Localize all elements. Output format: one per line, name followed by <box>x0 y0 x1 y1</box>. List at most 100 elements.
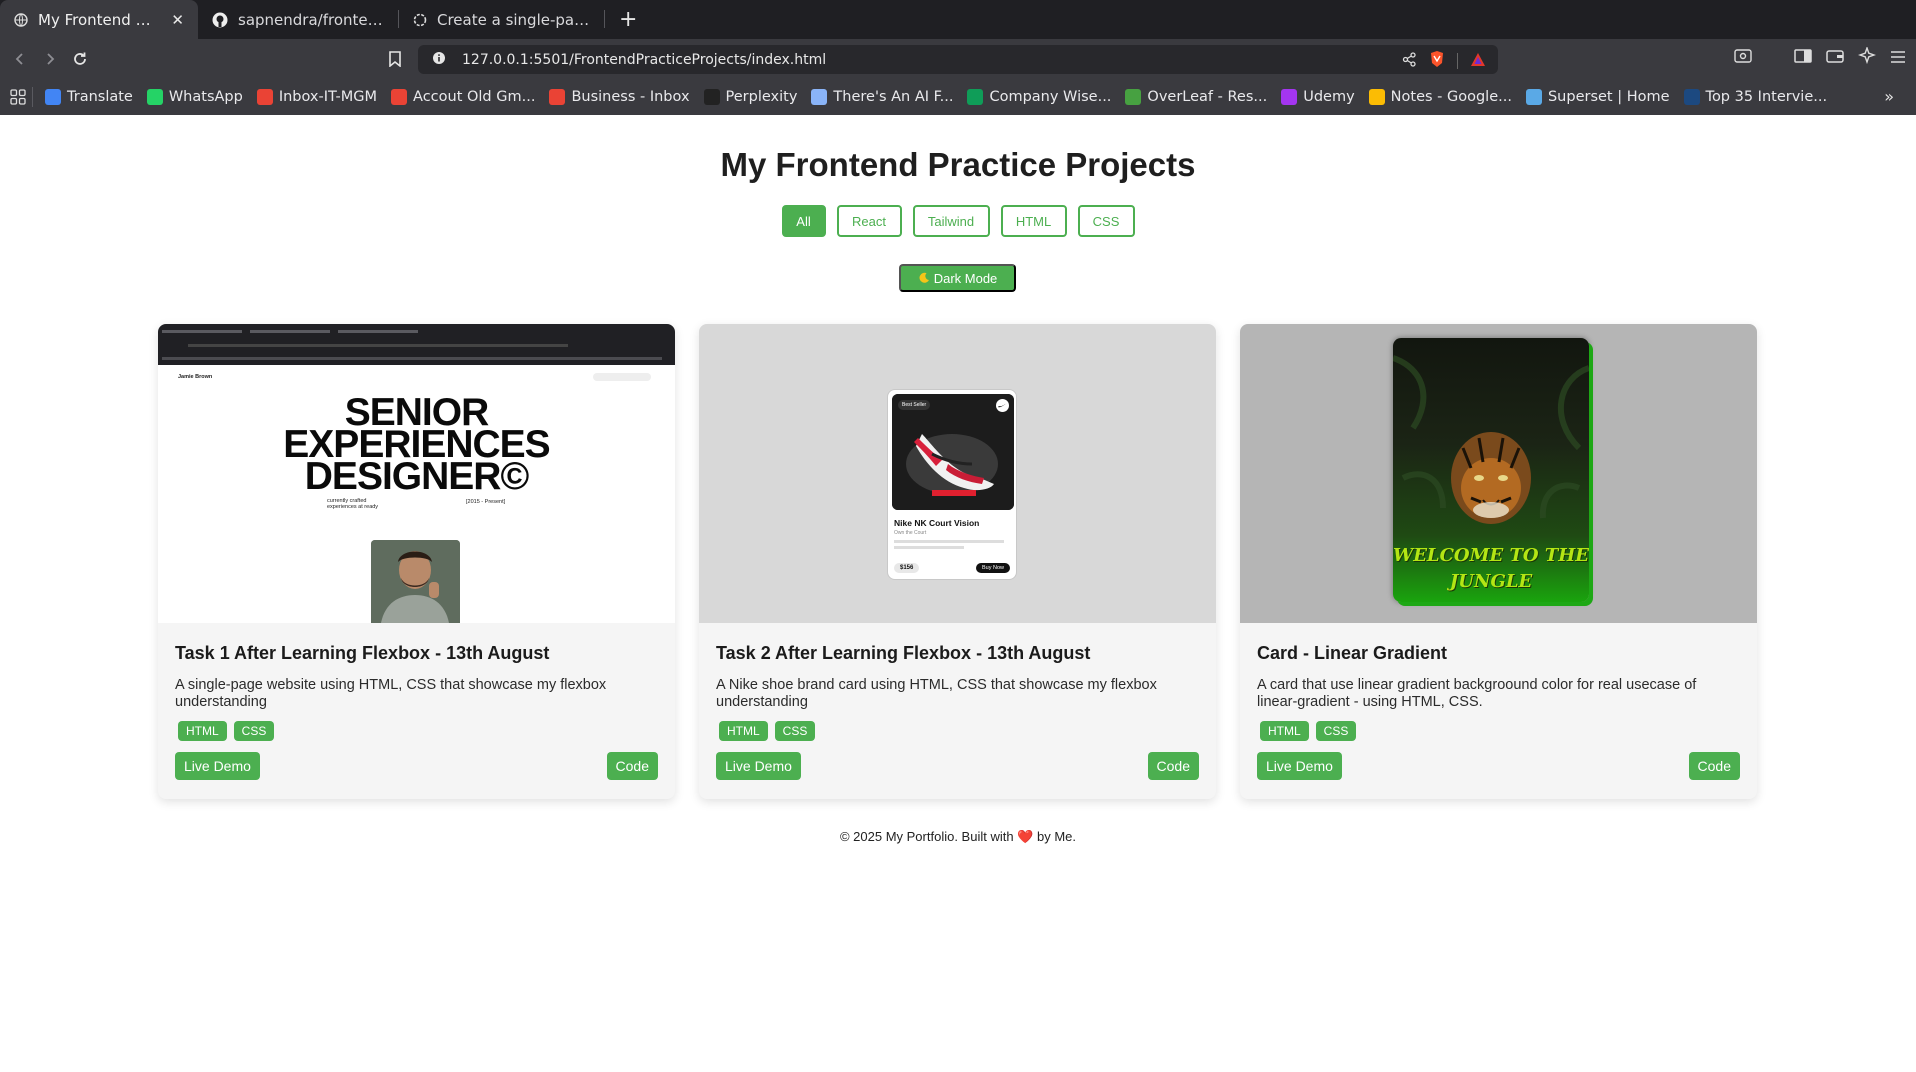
sidebar-icon[interactable] <box>1794 48 1812 68</box>
tab-bar: My Frontend Practice Pro ✕ sapnendra/fro… <box>0 0 1916 39</box>
bookmark-label: Top 35 Intervie... <box>1705 89 1828 105</box>
bookmark-item[interactable]: Accout Old Gm... <box>391 89 535 105</box>
dark-mode-button[interactable]: Dark Mode <box>899 264 1016 292</box>
bookmark-label: OverLeaf - Res... <box>1147 89 1268 105</box>
bookmark-item[interactable]: Superset | Home <box>1525 89 1670 105</box>
bookmark-item[interactable]: Company Wise... <box>967 89 1111 105</box>
preview-years: [2015 - Present] <box>466 499 506 505</box>
tab-title: Create a single-page portfolio <box>437 10 590 29</box>
share-icon[interactable] <box>1402 51 1417 71</box>
superset-icon <box>1525 89 1542 105</box>
tag-css: CSS <box>233 721 275 741</box>
portrait-photo <box>371 540 460 623</box>
code-button[interactable]: Code <box>1688 752 1740 780</box>
project-title: Task 1 After Learning Flexbox - 13th Aug… <box>175 643 550 663</box>
project-thumbnail-nike: Best Seller Nike NK Court Vision Own the… <box>699 324 1216 623</box>
shoe-name: Nike NK Court Vision <box>894 518 980 528</box>
ai-icon <box>811 89 828 105</box>
apps-grid-icon[interactable] <box>10 89 26 105</box>
live-demo-button[interactable]: Live Demo <box>175 752 260 780</box>
footer: © 2025 My Portfolio. Built with ❤️ by Me… <box>0 829 1916 845</box>
brave-rewards-icon[interactable] <box>1470 52 1486 71</box>
site-info-icon[interactable] <box>432 51 446 69</box>
dark-mode-label: Dark Mode <box>933 270 998 286</box>
tab-github[interactable]: sapnendra/frontendpractice <box>198 0 398 39</box>
udemy-icon <box>1281 89 1298 105</box>
tag-list: HTML CSS <box>1260 721 1740 741</box>
bookmark-item[interactable]: Business - Inbox <box>549 89 690 105</box>
filter-html-button[interactable]: HTML <box>1000 205 1067 237</box>
bookmark-item[interactable]: Translate <box>45 89 133 105</box>
tab-portfolio[interactable]: My Frontend Practice Pro ✕ <box>0 0 198 39</box>
unstop-icon <box>1683 89 1700 105</box>
footer-text-end: by Me. <box>1037 829 1077 844</box>
bookmark-list: Translate WhatsApp Inbox-IT-MGM Accout Old … <box>45 89 1841 105</box>
bookmark-item[interactable]: WhatsApp <box>146 89 243 105</box>
new-tab-button[interactable]: + <box>605 0 651 39</box>
filter-all-button[interactable]: All <box>781 205 826 237</box>
page-content: My Frontend Practice Projects All React … <box>0 115 1916 1072</box>
tag-css: CSS <box>1315 721 1357 741</box>
tag-html: HTML <box>178 721 227 741</box>
gmail-icon <box>391 89 408 105</box>
bookmark-label: Superset | Home <box>1547 89 1670 105</box>
live-demo-button[interactable]: Live Demo <box>1257 752 1342 780</box>
gmail-icon <box>256 89 273 105</box>
bookmark-item[interactable]: Top 35 Intervie... <box>1683 89 1828 105</box>
filter-css-button[interactable]: CSS <box>1077 205 1135 237</box>
bookmark-item[interactable]: OverLeaf - Res... <box>1125 89 1267 105</box>
leo-ai-icon[interactable] <box>1857 45 1877 69</box>
tag-list: HTML CSS <box>719 721 1199 741</box>
project-description: A Nike shoe brand card using HTML, CSS t… <box>716 677 1157 710</box>
forward-icon[interactable] <box>35 44 65 74</box>
filter-react-button[interactable]: React <box>836 205 902 237</box>
bookmark-item[interactable]: Perplexity <box>703 89 798 105</box>
menu-icon[interactable] <box>1890 49 1906 68</box>
shoe-price: $156 <box>894 563 920 573</box>
bookmark-item[interactable]: Inbox-IT-MGM <box>256 89 377 105</box>
tag-html: HTML <box>719 721 768 741</box>
bookmark-label: Business - Inbox <box>571 89 690 105</box>
address-bar[interactable]: 127.0.0.1:5501/FrontendPracticeProjects/… <box>418 45 1498 74</box>
brave-shields-icon[interactable] <box>1429 50 1445 72</box>
project-description: A single-page website using HTML, CSS th… <box>175 677 607 710</box>
bookmark-item[interactable]: There's An AI F... <box>811 89 953 105</box>
preview-brand: Jamie Brown <box>178 374 213 380</box>
code-button[interactable]: Code <box>1147 752 1199 780</box>
jungle-text-line-2: JUNGLE <box>1449 571 1533 592</box>
divider <box>1457 53 1458 69</box>
moon-icon <box>918 272 930 284</box>
bookmark-label: Notes - Google... <box>1390 89 1512 105</box>
bookmark-label: WhatsApp <box>168 89 243 105</box>
filter-tailwind-button[interactable]: Tailwind <box>912 205 990 237</box>
project-grid: Jamie Brown SENIOR EXPERIENCES DESIGNER©… <box>158 324 1757 799</box>
project-card: Best Seller Nike NK Court Vision Own the… <box>699 324 1216 799</box>
tag-list: HTML CSS <box>178 721 658 741</box>
heart-icon: ❤️ <box>1017 829 1034 844</box>
more-bookmarks-icon[interactable]: » <box>1884 87 1894 106</box>
reload-icon[interactable] <box>65 44 95 74</box>
shoe-desc-line <box>894 546 964 549</box>
github-icon <box>212 12 228 28</box>
bookmark-label: Company Wise... <box>989 89 1112 105</box>
screenshot-icon[interactable] <box>1734 48 1752 68</box>
wallet-icon[interactable] <box>1826 48 1844 68</box>
close-icon[interactable]: ✕ <box>171 11 184 29</box>
bookmark-label: Translate <box>67 89 133 105</box>
code-button[interactable]: Code <box>606 752 658 780</box>
bookmarks-divider <box>32 87 33 107</box>
tab-chatgpt[interactable]: Create a single-page portfolio <box>399 0 604 39</box>
globe-icon <box>14 12 28 28</box>
whatsapp-icon <box>146 89 163 105</box>
url-text: 127.0.0.1:5501/FrontendPracticeProjects/… <box>462 51 827 68</box>
bookmark-item[interactable]: Udemy <box>1281 89 1355 105</box>
bookmark-label: Perplexity <box>725 89 798 105</box>
bookmark-item[interactable]: Notes - Google... <box>1368 89 1512 105</box>
back-icon[interactable] <box>5 44 35 74</box>
bookmark-label: Udemy <box>1303 89 1355 105</box>
live-demo-button[interactable]: Live Demo <box>716 752 801 780</box>
jungle-card-preview: WELCOME TO THE JUNGLE <box>1393 338 1589 602</box>
bookmark-icon[interactable] <box>380 44 410 74</box>
shoe-subtitle: Own the Court <box>894 530 927 536</box>
project-card: WELCOME TO THE JUNGLE Card - Linear Grad… <box>1240 324 1757 799</box>
